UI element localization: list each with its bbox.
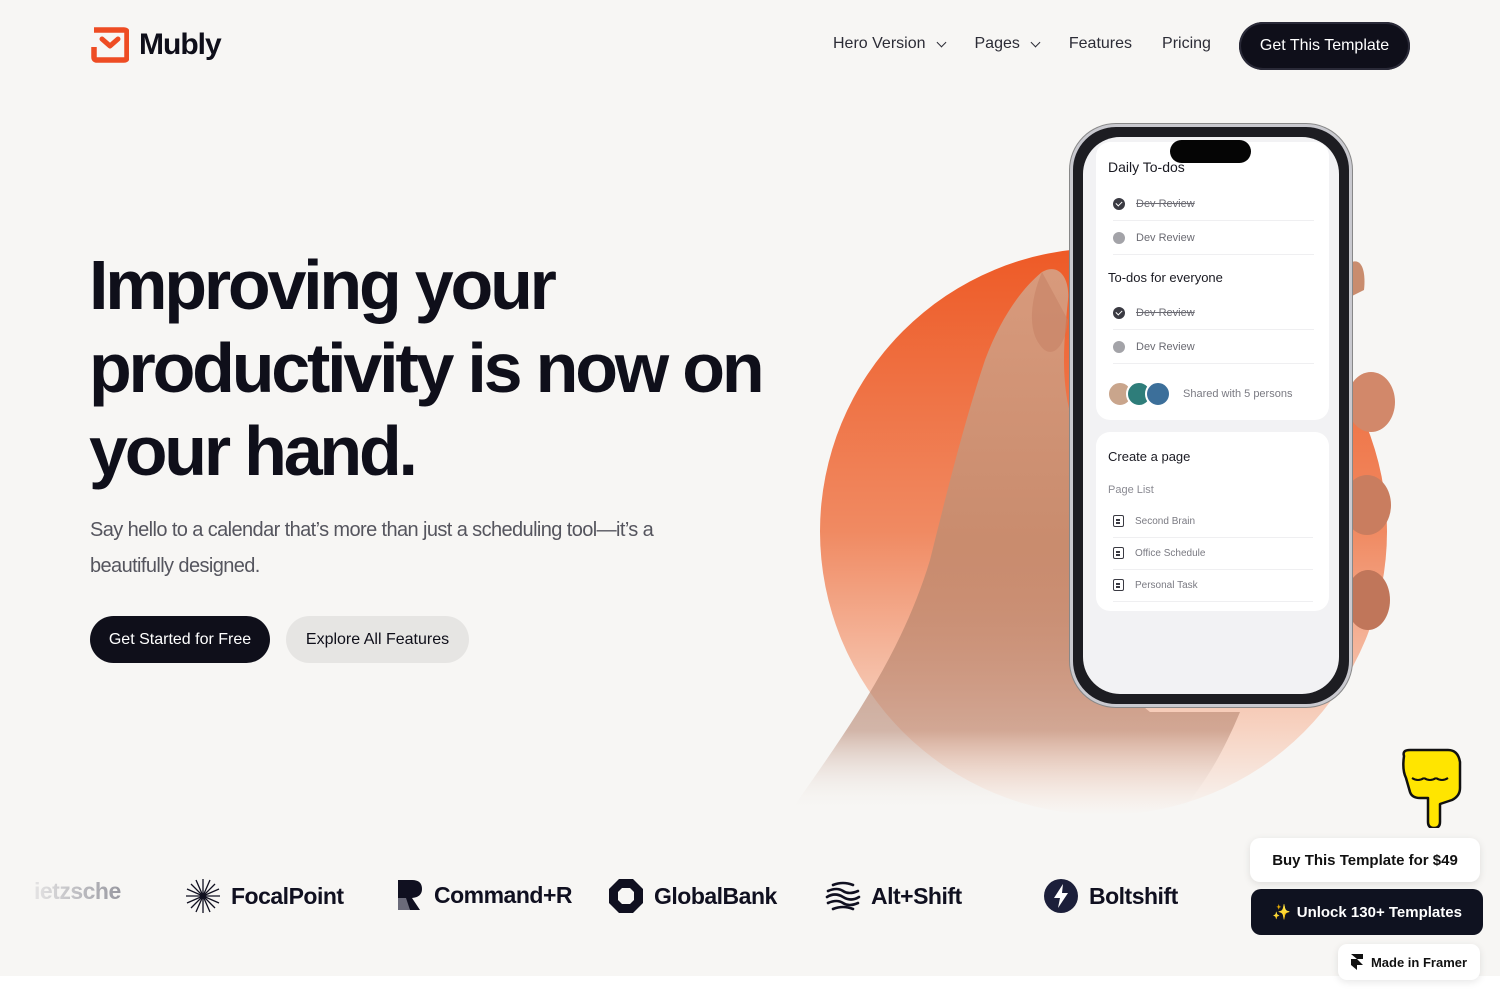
page-item-label: Office Schedule <box>1135 547 1206 559</box>
partner-logo: Command+R <box>396 878 573 912</box>
wave-sphere-icon <box>825 881 861 911</box>
pointing-hand-icon <box>1402 748 1462 828</box>
unlock-templates-badge[interactable]: ✨ Unlock 130+ Templates <box>1251 889 1483 935</box>
partner-logo-text: FocalPoint <box>231 882 344 909</box>
nav-item-label: Features <box>1068 35 1133 52</box>
todo-label: Dev Review <box>1136 231 1195 244</box>
todo-item[interactable]: Dev Review <box>1113 187 1314 221</box>
made-in-framer-label: Made in Framer <box>1370 954 1468 970</box>
framer-icon <box>1350 954 1363 970</box>
page-list-item[interactable]: Office Schedule <box>1113 537 1313 570</box>
daily-todos-title: Daily To-dos <box>1108 159 1185 175</box>
todo-label: Dev Review <box>1136 306 1195 319</box>
bolt-icon <box>1044 879 1078 913</box>
main-menu: Hero Version Pages Features Pricing <box>833 35 1211 53</box>
starburst-icon <box>186 879 220 913</box>
partner-logo: Alt+Shift <box>825 878 962 914</box>
unchecked-circle-icon <box>1113 231 1125 244</box>
shared-avatars <box>1107 381 1171 407</box>
avatar <box>1145 381 1171 407</box>
page-list-item[interactable]: Personal Task <box>1113 569 1313 602</box>
command-r-icon <box>398 880 422 910</box>
sparkles-icon: ✨ <box>1272 904 1291 921</box>
octagon-icon <box>609 879 643 913</box>
document-icon <box>1113 547 1124 559</box>
nav-item-features[interactable]: Features <box>1069 35 1132 53</box>
buy-template-badge[interactable]: Buy This Template for $49 <box>1250 838 1480 882</box>
mubly-logo-icon <box>91 27 129 63</box>
checked-circle-icon <box>1113 197 1125 210</box>
nav-item-pricing[interactable]: Pricing <box>1162 35 1211 53</box>
explore-features-button[interactable]: Explore All Features <box>286 616 469 663</box>
todo-item[interactable]: Dev Review <box>1113 221 1314 255</box>
page-list-label: Page List <box>1108 484 1154 496</box>
hero-title: Improving your productivity is now on yo… <box>89 244 789 493</box>
made-in-framer-badge[interactable]: Made in Framer <box>1338 944 1480 980</box>
todo-label: Dev Review <box>1136 197 1195 210</box>
partner-logo-text: Command+R <box>434 881 573 908</box>
nav-item-label: Hero Version <box>833 35 926 52</box>
hero-title-line: Improving your <box>89 246 557 324</box>
unchecked-circle-icon <box>1113 340 1125 353</box>
nav-item-pages[interactable]: Pages <box>974 35 1041 53</box>
nav-item-label: Pages <box>974 35 1020 52</box>
todo-item[interactable]: Dev Review <box>1113 330 1314 364</box>
brand-logo[interactable]: Mubly <box>91 27 222 63</box>
page-item-label: Second Brain <box>1135 515 1196 527</box>
checked-circle-icon <box>1113 306 1125 319</box>
hero-title-line: your hand. <box>89 412 418 490</box>
partner-logo-text: Boltshift <box>1089 882 1178 909</box>
todo-label: Dev Review <box>1136 340 1195 353</box>
everyone-todos-title: To-dos for everyone <box>1108 270 1223 285</box>
shared-with-text: Shared with 5 persons <box>1183 388 1293 400</box>
partner-logo-text: GlobalBank <box>654 882 777 909</box>
chevron-down-icon <box>936 37 946 47</box>
page-item-label: Personal Task <box>1135 579 1198 591</box>
get-template-button[interactable]: Get This Template <box>1239 22 1410 70</box>
partner-logo-text: Alt+Shift <box>871 882 962 909</box>
partner-logo: FocalPoint <box>185 878 344 914</box>
unlock-templates-label: Unlock 130+ Templates <box>1296 903 1462 921</box>
document-icon <box>1113 579 1124 591</box>
hero-subtitle: Say hello to a calendar that’s more than… <box>90 519 654 577</box>
partner-logo: Boltshift <box>1043 878 1178 914</box>
logo-fade-overlay <box>0 870 120 928</box>
nav-item-label: Pricing <box>1162 35 1211 52</box>
partner-logo: GlobalBank <box>608 878 777 914</box>
section-divider <box>0 976 1500 1000</box>
document-icon <box>1113 515 1124 527</box>
chevron-down-icon <box>1030 37 1041 47</box>
top-navigation: Mubly Hero Version Pages Features Pricin… <box>0 0 1500 92</box>
page-list-item[interactable]: Second Brain <box>1113 505 1313 538</box>
nav-item-hero-version[interactable]: Hero Version <box>833 35 946 53</box>
get-started-button[interactable]: Get Started for Free <box>90 616 270 663</box>
hero-title-line: productivity is now on <box>89 329 765 407</box>
create-page-title: Create a page <box>1108 449 1191 464</box>
brand-name: Mubly <box>139 28 222 61</box>
todo-item[interactable]: Dev Review <box>1113 296 1314 330</box>
